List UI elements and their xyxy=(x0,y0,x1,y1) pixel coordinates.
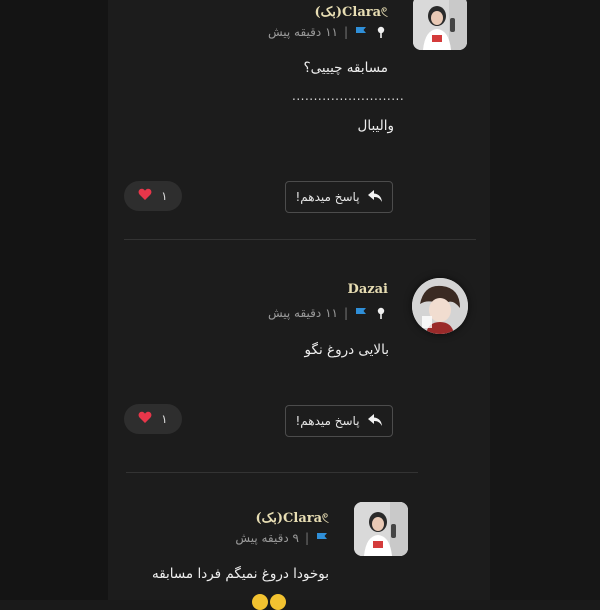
like-button[interactable]: ۱ xyxy=(124,404,182,434)
flag-icon[interactable] xyxy=(354,306,368,320)
username[interactable]: Clara𓏲(بک) xyxy=(314,0,388,21)
reply-label: پاسخ میدهم! xyxy=(295,190,360,204)
avatar[interactable] xyxy=(412,278,468,334)
meta-separator: | xyxy=(343,306,348,320)
avatar[interactable] xyxy=(354,502,408,556)
like-count: ۱ xyxy=(161,412,168,426)
right-backdrop xyxy=(490,0,600,600)
flag-icon[interactable] xyxy=(315,531,329,545)
like-count: ۱ xyxy=(161,189,168,203)
meta-separator: | xyxy=(304,531,309,545)
comment-meta: | ۱۱ دقیقه پیش xyxy=(268,25,388,39)
comment-text-line-1: بوخودا دروغ نمیگم فردا مسابقه xyxy=(151,566,329,582)
avatar[interactable] xyxy=(413,0,467,50)
flag-icon[interactable] xyxy=(354,25,368,39)
comment-text-line-1: مسابقه چیییی؟ xyxy=(303,60,389,76)
emoji-icon xyxy=(270,594,286,610)
pin-icon[interactable] xyxy=(374,25,388,39)
reply-button[interactable]: پاسخ میدهم! xyxy=(285,405,393,437)
comment-text-line-1: بالایی دروغ نگو xyxy=(304,342,389,358)
avatar-photo xyxy=(412,278,468,334)
pin-icon[interactable] xyxy=(374,306,388,320)
time-ago: ۱۱ دقیقه پیش xyxy=(267,25,338,39)
reply-button[interactable]: پاسخ میدهم! xyxy=(285,181,393,213)
heart-icon xyxy=(138,411,152,427)
reply-label: پاسخ میدهم! xyxy=(295,414,360,428)
comment-text-line-3: والیبال xyxy=(357,118,394,134)
avatar-photo xyxy=(413,0,467,50)
like-button[interactable]: ۱ xyxy=(124,181,182,211)
reply-arrow-icon xyxy=(367,413,383,430)
avatar-photo xyxy=(354,502,408,556)
username[interactable]: Clara𓏲(بک) xyxy=(255,506,329,527)
comment-divider xyxy=(124,239,476,240)
meta-separator: | xyxy=(343,25,348,39)
comment-meta: | ۹ دقیقه پیش xyxy=(235,531,329,545)
left-backdrop xyxy=(0,0,108,600)
heart-icon xyxy=(138,188,152,204)
comment-divider xyxy=(126,472,418,473)
time-ago: ۹ دقیقه پیش xyxy=(235,531,299,545)
emoji-icon xyxy=(252,594,268,610)
username[interactable]: Dazai xyxy=(348,282,388,297)
reply-arrow-icon xyxy=(367,189,383,206)
comment-meta: | ۱۱ دقیقه پیش xyxy=(268,306,388,320)
time-ago: ۱۱ دقیقه پیش xyxy=(267,306,338,320)
comment-text-line-2: .......................... xyxy=(292,89,405,103)
